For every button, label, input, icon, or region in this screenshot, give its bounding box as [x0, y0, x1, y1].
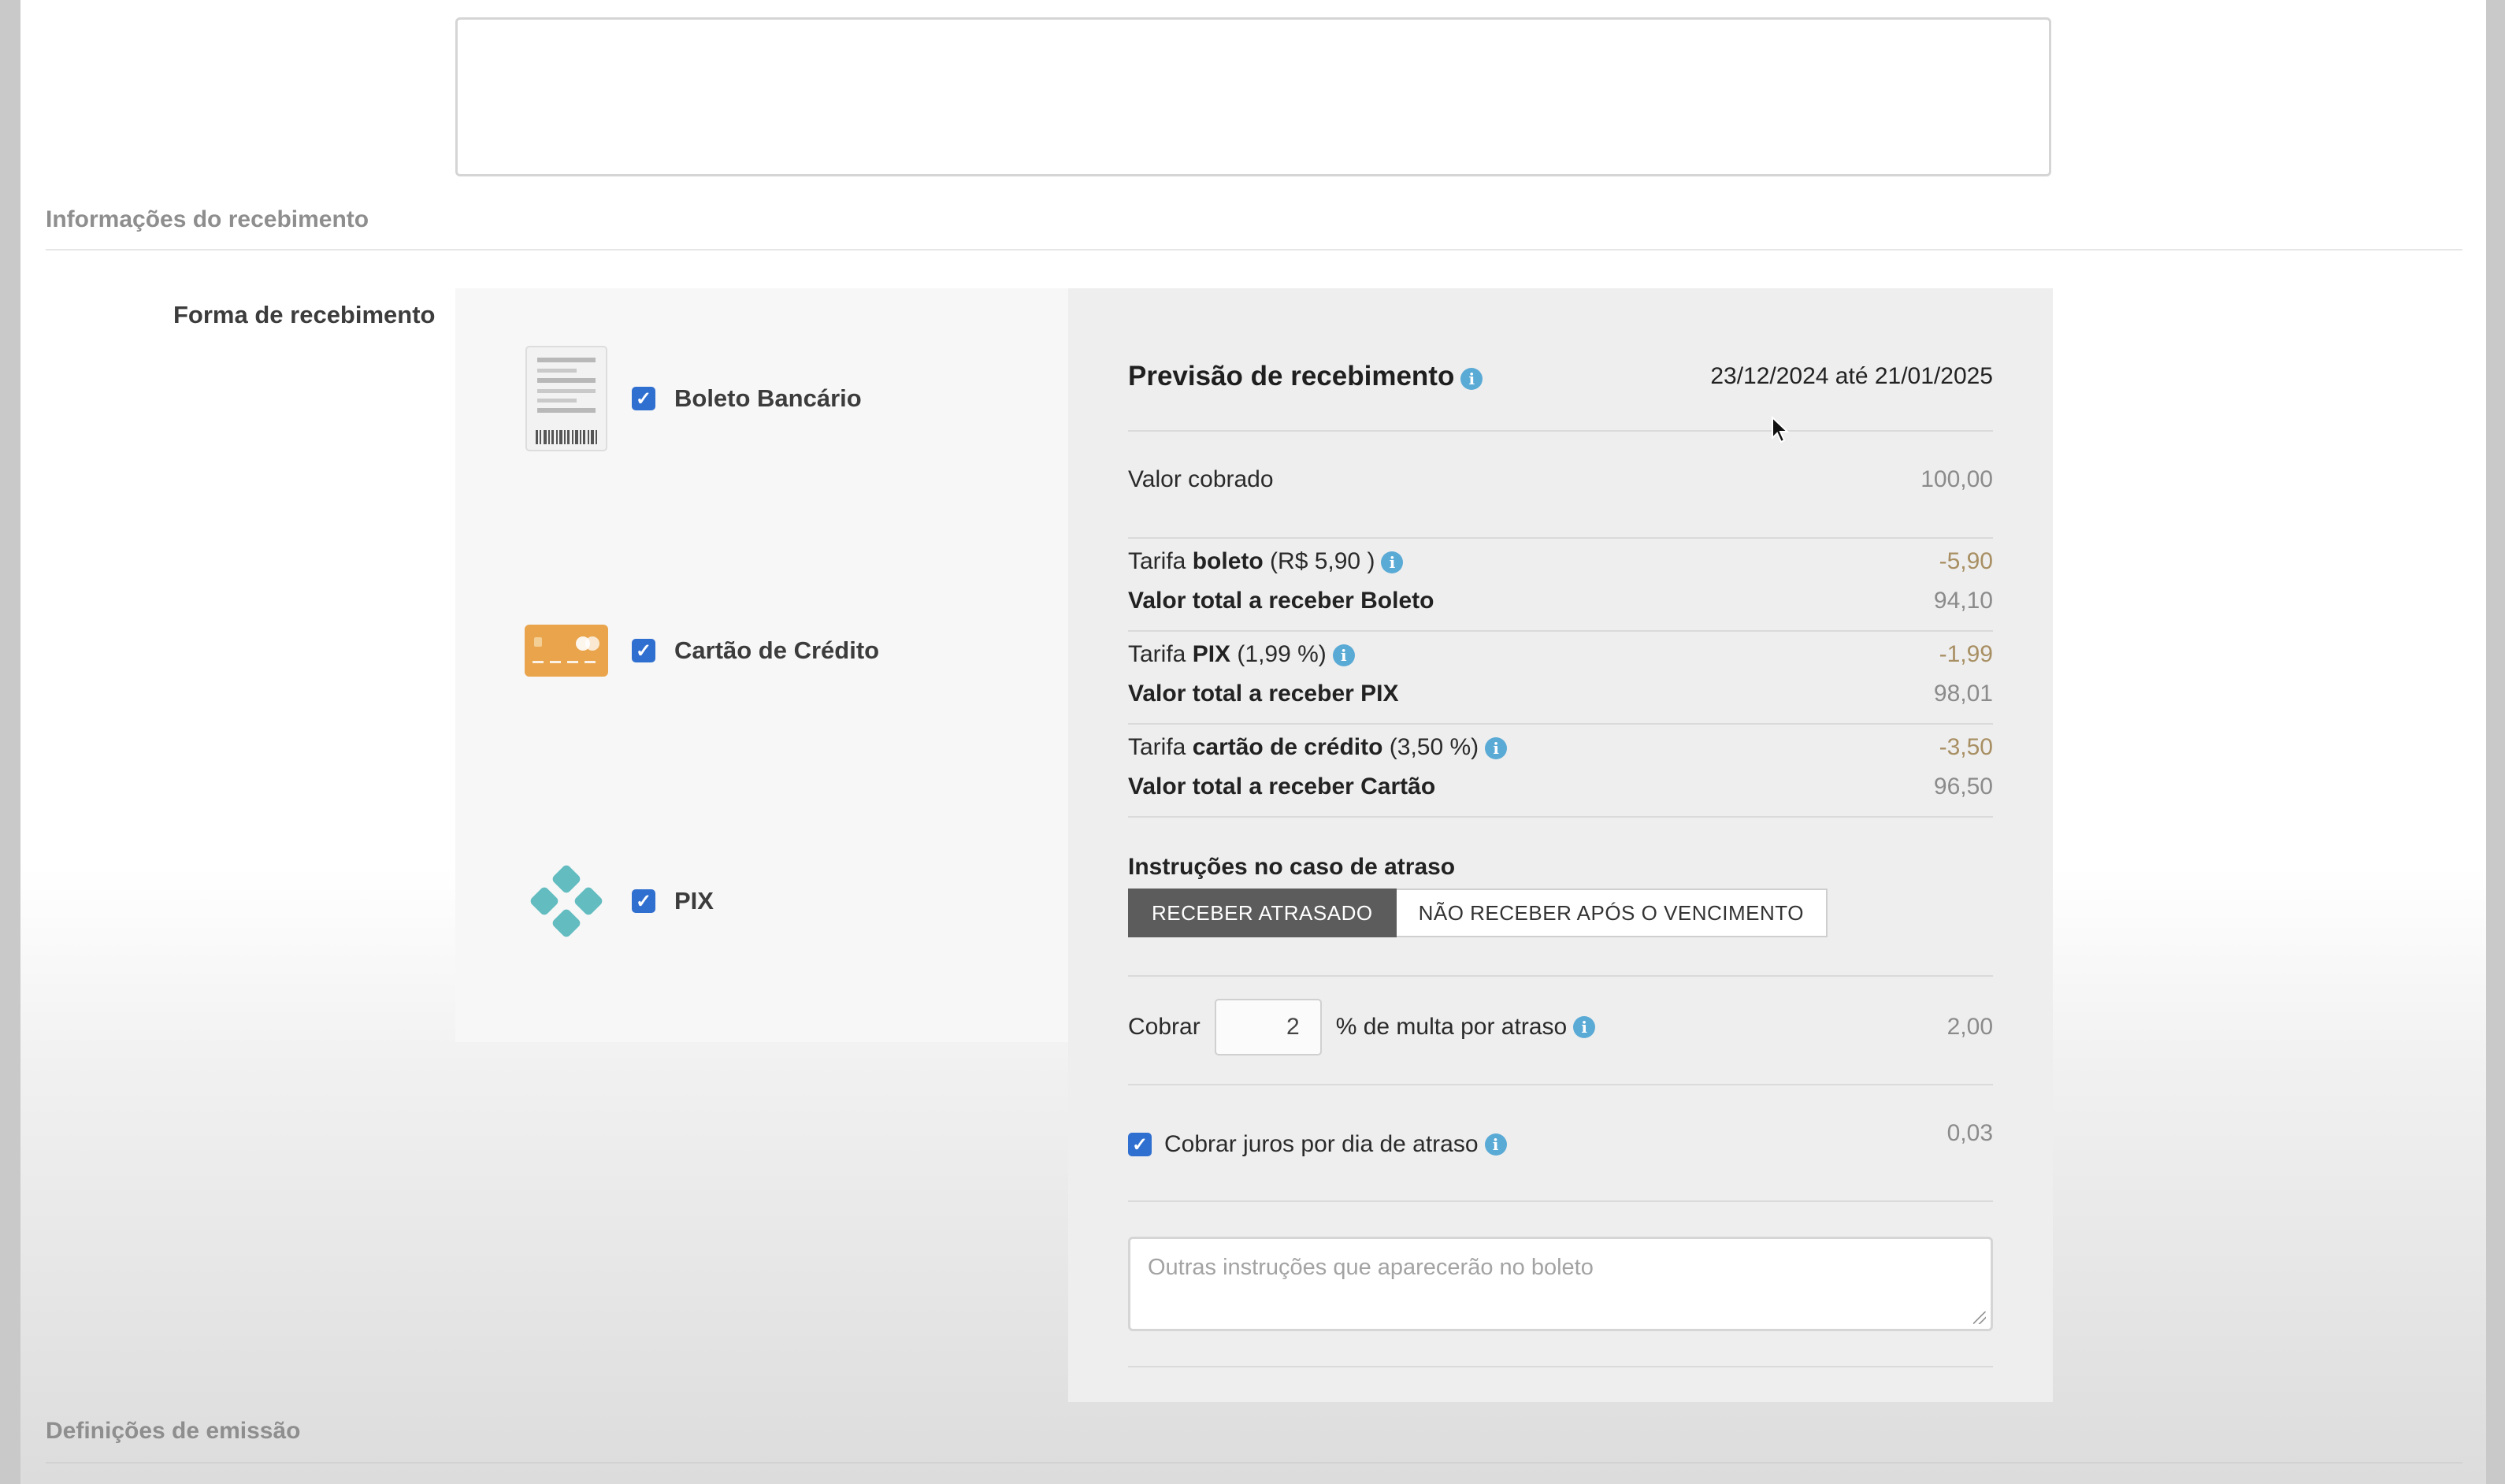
interest-value: 0,03 [1946, 1120, 1993, 1146]
info-icon[interactable]: i [1381, 551, 1404, 574]
late-instructions-title: Instruções no caso de atraso [1128, 854, 1456, 880]
mouse-cursor-icon [1771, 415, 1791, 448]
card-total-label: Valor total a receber Cartão [1128, 774, 1436, 800]
section-divider [46, 249, 2462, 250]
pix-total-value: 98,01 [1933, 681, 1993, 707]
boleto-total-value: 94,10 [1933, 588, 1993, 614]
late-options-toggle: RECEBER ATRASADO NÃO RECEBER APÓS O VENC… [1128, 889, 1828, 937]
divider [1128, 630, 1993, 632]
divider [1128, 975, 1993, 977]
boleto-fee-name: boleto [1192, 548, 1264, 574]
section-title-issue-settings: Definições de emissão [46, 1418, 301, 1444]
boleto-total-label: Valor total a receber Boleto [1128, 588, 1434, 614]
forecast-date-range: 23/12/2024 até 21/01/2025 [1710, 363, 1993, 389]
pix-fee-rate: (1,99 %) [1237, 641, 1327, 667]
fee-prefix: Tarifa [1128, 548, 1186, 574]
credit-card-label: Cartão de Crédito [674, 636, 880, 664]
pix-fee-name: PIX [1192, 641, 1231, 667]
info-icon[interactable]: i [1484, 1133, 1507, 1156]
boleto-fee-row: Tarifa boleto (R$ 5,90 ) i -5,90 [1128, 548, 1993, 575]
fine-percent-input[interactable]: 2 [1214, 999, 1322, 1055]
info-icon[interactable]: i [1460, 368, 1483, 391]
receive-late-button[interactable]: RECEBER ATRASADO [1128, 889, 1397, 937]
left-border [0, 0, 20, 1484]
divider [1128, 1200, 1993, 1202]
payment-method-label: Forma de recebimento [173, 301, 436, 328]
forecast-header: Previsão de recebimento i 23/12/2024 até … [1128, 361, 1993, 392]
fee-prefix: Tarifa [1128, 734, 1186, 760]
pix-label: PIX [674, 887, 714, 915]
no-receive-after-due-button[interactable]: NÃO RECEBER APÓS O VENCIMENTO [1396, 889, 1828, 937]
fee-prefix: Tarifa [1128, 641, 1186, 667]
boleto-total-row: Valor total a receber Boleto 94,10 [1128, 588, 1993, 614]
pix-total-row: Valor total a receber PIX 98,01 [1128, 681, 1993, 707]
divider [1128, 537, 1993, 539]
other-instructions-textarea[interactable]: Outras instruções que aparecerão no bole… [1128, 1237, 1993, 1331]
divider [1128, 1084, 1993, 1085]
late-title-row: Instruções no caso de atraso [1128, 854, 1993, 881]
fine-value: 2,00 [1946, 1014, 1993, 1040]
receipt-forecast-panel: Previsão de recebimento i 23/12/2024 até … [1049, 288, 2053, 1402]
notes-textarea[interactable] [455, 17, 2051, 176]
payment-methods-panel: ✓ Boleto Bancário ✓ Cartão de Crédito ✓ … [455, 288, 1068, 1042]
fine-row: Cobrar 2 % de multa por atraso i 2,00 [1128, 997, 1993, 1057]
info-icon[interactable]: i [1573, 1016, 1596, 1038]
card-fee-rate: (3,50 %) [1389, 734, 1479, 760]
card-total-value: 96,50 [1933, 774, 1993, 800]
charged-value: 100,00 [1920, 466, 1993, 492]
pix-checkbox[interactable]: ✓ [632, 889, 655, 913]
info-icon[interactable]: i [1485, 737, 1508, 760]
other-instructions-placeholder: Outras instruções que aparecerão no bole… [1148, 1255, 1594, 1280]
charge-label: Cobrar [1128, 1014, 1201, 1040]
method-credit-card[interactable]: ✓ Cartão de Crédito [523, 595, 879, 706]
card-fee-name: cartão de crédito [1192, 734, 1383, 760]
credit-card-icon [523, 595, 610, 706]
pix-icon [523, 846, 610, 956]
section-divider [46, 1462, 2462, 1464]
method-pix[interactable]: ✓ PIX [523, 846, 714, 956]
interest-row: ✓ Cobrar juros por dia de atraso i 0,03 [1128, 1120, 1993, 1158]
interest-label: Cobrar juros por dia de atraso [1164, 1131, 1479, 1157]
boleto-fee-rate: (R$ 5,90 ) [1270, 548, 1375, 574]
divider [1128, 816, 1993, 818]
divider [1128, 430, 1993, 432]
charged-row: Valor cobrado 100,00 [1128, 466, 1993, 493]
pix-fee-value: -1,99 [1939, 641, 1993, 667]
boleto-checkbox[interactable]: ✓ [632, 387, 655, 410]
resize-handle[interactable] [1973, 1311, 1986, 1324]
boleto-fee-value: -5,90 [1939, 548, 1993, 574]
card-total-row: Valor total a receber Cartão 96,50 [1128, 774, 1993, 800]
boleto-label: Boleto Bancário [674, 384, 862, 412]
pix-pointer [1049, 898, 1068, 936]
divider [1128, 1366, 1993, 1367]
interest-checkbox[interactable]: ✓ [1128, 1133, 1152, 1156]
card-fee-value: -3,50 [1939, 734, 1993, 760]
boleto-pointer [1049, 397, 1068, 435]
forecast-title: Previsão de recebimento [1128, 361, 1455, 391]
pix-total-label: Valor total a receber PIX [1128, 681, 1399, 707]
right-border [2486, 0, 2505, 1484]
credit-card-checkbox[interactable]: ✓ [632, 639, 655, 662]
info-icon[interactable]: i [1332, 644, 1355, 667]
method-boleto[interactable]: ✓ Boleto Bancário [523, 343, 862, 454]
pix-fee-row: Tarifa PIX (1,99 %) i -1,99 [1128, 641, 1993, 668]
card-pointer [1049, 647, 1068, 685]
divider [1128, 723, 1993, 725]
boleto-icon [523, 343, 610, 454]
fine-label: % de multa por atraso [1335, 1014, 1568, 1040]
section-title-receipt-info: Informações do recebimento [46, 206, 369, 232]
charged-label: Valor cobrado [1128, 466, 1274, 492]
card-fee-row: Tarifa cartão de crédito (3,50 %) i -3,50 [1128, 734, 1993, 761]
